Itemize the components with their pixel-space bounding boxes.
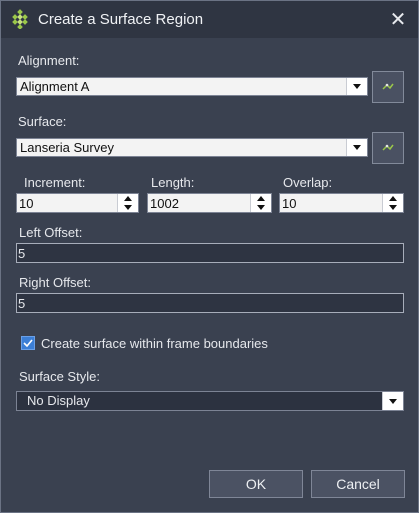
alignment-label: Alignment: (18, 53, 80, 68)
frame-boundaries-checkbox[interactable] (21, 336, 35, 350)
surface-style-value: No Display (27, 393, 90, 408)
left-offset-input[interactable]: 5 (16, 243, 404, 263)
overlap-up-button[interactable] (383, 194, 403, 203)
length-value: 1002 (150, 196, 179, 211)
overlap-stepper[interactable]: 10 (279, 193, 404, 213)
chevron-down-icon[interactable] (382, 392, 403, 410)
surface-region-icon (12, 9, 28, 29)
pick-from-view-icon (382, 83, 394, 90)
surface-label: Surface: (18, 114, 67, 129)
chevron-down-icon[interactable] (346, 78, 367, 95)
title-bar: Create a Surface Region ✕ (1, 1, 418, 38)
right-offset-label: Right Offset: (19, 275, 92, 290)
frame-boundaries-label[interactable]: Create surface within frame boundaries (41, 336, 268, 351)
pick-alignment-button[interactable] (372, 71, 404, 103)
length-down-button[interactable] (251, 203, 271, 212)
dialog-window: Create a Surface Region ✕ Alignment: Ali… (0, 0, 419, 513)
right-offset-input[interactable]: 5 (16, 293, 404, 313)
cancel-button[interactable]: Cancel (311, 470, 405, 498)
dialog-title: Create a Surface Region (38, 11, 204, 28)
surface-dropdown[interactable]: Lanseria Survey (16, 138, 368, 157)
surface-value: Lanseria Survey (20, 140, 114, 155)
length-stepper[interactable]: 1002 (147, 193, 272, 213)
chevron-down-icon[interactable] (346, 139, 367, 156)
pick-surface-button[interactable] (372, 132, 404, 164)
increment-up-button[interactable] (118, 194, 138, 203)
overlap-label: Overlap: (283, 175, 333, 190)
left-offset-value: 5 (18, 246, 26, 261)
increment-down-button[interactable] (118, 203, 138, 212)
surface-style-label: Surface Style: (19, 369, 100, 384)
increment-label: Increment: (24, 175, 86, 190)
length-up-button[interactable] (251, 194, 271, 203)
alignment-value: Alignment A (20, 79, 90, 94)
alignment-dropdown[interactable]: Alignment A (16, 77, 368, 96)
overlap-down-button[interactable] (383, 203, 403, 212)
length-label: Length: (151, 175, 195, 190)
left-offset-label: Left Offset: (19, 225, 83, 240)
overlap-value: 10 (282, 196, 297, 211)
increment-value: 10 (19, 196, 34, 211)
close-icon: ✕ (389, 9, 407, 31)
increment-stepper[interactable]: 10 (16, 193, 139, 213)
ok-button[interactable]: OK (209, 470, 303, 498)
checkmark-icon (23, 339, 33, 347)
surface-style-dropdown[interactable]: No Display (16, 391, 404, 411)
right-offset-value: 5 (18, 296, 26, 311)
pick-from-view-icon (382, 144, 394, 151)
close-button[interactable]: ✕ (378, 1, 418, 38)
